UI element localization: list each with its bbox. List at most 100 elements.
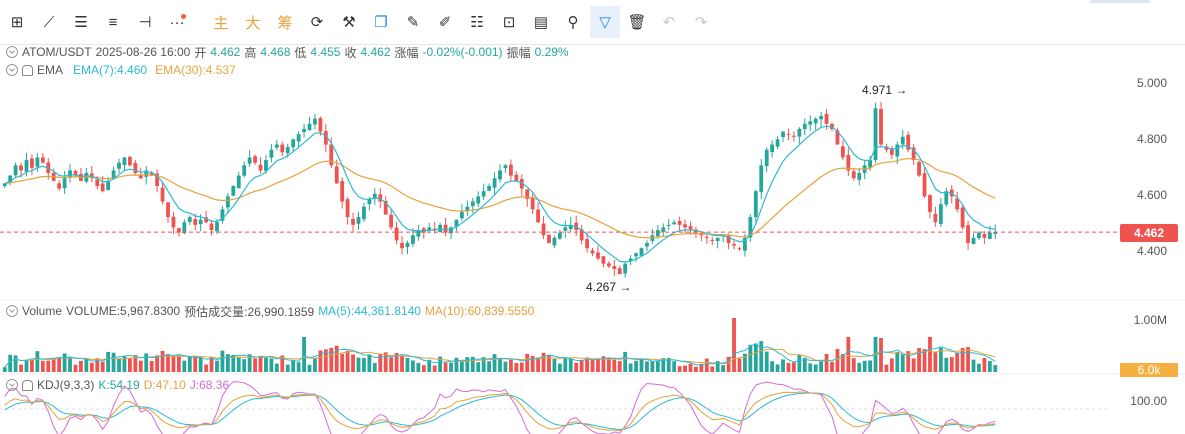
volume-bar bbox=[835, 349, 840, 372]
volume-bar bbox=[454, 357, 459, 372]
candle-body bbox=[922, 173, 927, 197]
volume-bar bbox=[356, 357, 361, 372]
volume-bar bbox=[73, 364, 78, 372]
volume-bar bbox=[525, 353, 530, 372]
candle-body bbox=[781, 131, 785, 137]
collapse-icon[interactable] bbox=[6, 379, 18, 391]
volume-bar bbox=[781, 359, 785, 372]
volume-bar bbox=[563, 357, 568, 372]
candle-body bbox=[160, 187, 165, 202]
candle-body bbox=[596, 252, 600, 259]
collapse-icon[interactable] bbox=[6, 46, 18, 58]
high-annotation: 4.971 → bbox=[862, 83, 908, 97]
candle-body bbox=[30, 158, 34, 168]
candle-body bbox=[617, 268, 622, 275]
volume-bar bbox=[775, 364, 780, 372]
kdj-legend: KDJ(9,3,3) K:54.19 D:47.10 J:68.36 bbox=[6, 377, 233, 393]
volume-bar bbox=[149, 361, 154, 372]
volume-bar bbox=[13, 355, 18, 372]
candle-body bbox=[57, 183, 62, 189]
volume-bar bbox=[144, 353, 149, 372]
volume-bar bbox=[824, 353, 829, 372]
volume-bar bbox=[383, 352, 388, 372]
volume-bar bbox=[519, 362, 524, 372]
volume-bar bbox=[95, 358, 100, 372]
volume-bar bbox=[362, 358, 366, 372]
candle-body bbox=[938, 204, 943, 224]
candle-body bbox=[547, 234, 551, 243]
low-label: 低 bbox=[294, 45, 307, 60]
volume-tag: 6.0k bbox=[1120, 363, 1178, 377]
candle-body bbox=[966, 225, 970, 243]
volume-bar bbox=[432, 365, 437, 372]
candle-body bbox=[400, 242, 404, 249]
volume-bar bbox=[476, 362, 481, 372]
candle-body bbox=[476, 196, 481, 204]
volume-bar bbox=[721, 365, 726, 372]
volume-bar bbox=[977, 363, 981, 372]
volume-bar bbox=[623, 351, 628, 372]
candle-body bbox=[612, 266, 617, 269]
volume-bar bbox=[416, 362, 421, 372]
candle-body bbox=[655, 230, 660, 237]
candle-body bbox=[802, 123, 807, 130]
volume-bar bbox=[628, 363, 633, 372]
candle-body bbox=[791, 135, 796, 137]
volume-bar bbox=[753, 343, 758, 372]
k-value: K:54.19 bbox=[98, 378, 140, 392]
alert-bell-icon[interactable] bbox=[22, 64, 33, 76]
datetime-label: 2025-08-26 16:00 bbox=[95, 45, 191, 59]
candle-body bbox=[13, 165, 18, 176]
volume-bar bbox=[596, 358, 600, 372]
ema-legend: EMA EMA(7):4.460 EMA(30):4.537 bbox=[6, 62, 240, 78]
volume-bar bbox=[949, 357, 954, 372]
candle-body bbox=[879, 108, 883, 145]
volume-bar bbox=[307, 364, 312, 372]
candle-body bbox=[824, 113, 829, 124]
price-tick: 4.400 bbox=[1136, 244, 1167, 258]
volume-bar bbox=[655, 361, 660, 372]
candle-body bbox=[557, 232, 562, 239]
j-value: J:68.36 bbox=[189, 378, 230, 392]
collapse-icon[interactable] bbox=[6, 64, 18, 76]
alert-bell-icon[interactable] bbox=[22, 379, 33, 391]
volume-bar bbox=[645, 361, 649, 372]
volume-bar bbox=[557, 363, 562, 372]
volume-bar bbox=[264, 357, 268, 372]
volume-name: Volume bbox=[22, 304, 63, 318]
candle-body bbox=[487, 186, 492, 191]
volume-bar bbox=[982, 358, 987, 372]
volume-bar bbox=[68, 356, 72, 372]
candle-body bbox=[258, 164, 263, 171]
volume-bar bbox=[487, 361, 492, 372]
volume-bar bbox=[449, 362, 453, 372]
volume-bar bbox=[568, 358, 573, 372]
kdj-d-line bbox=[4, 392, 996, 431]
volume-bar bbox=[900, 353, 905, 372]
candle-body bbox=[868, 160, 873, 168]
volume-bar bbox=[313, 358, 317, 372]
kdj-name: KDJ(9,3,3) bbox=[37, 378, 95, 392]
volume-bar bbox=[786, 362, 791, 372]
volume-bar bbox=[879, 337, 883, 372]
candle-body bbox=[645, 243, 649, 247]
candle-body bbox=[394, 227, 399, 241]
volume-bar bbox=[536, 357, 541, 372]
candle-body bbox=[209, 223, 214, 231]
high-label: 高 bbox=[244, 45, 257, 60]
ema7-value: EMA(7):4.460 bbox=[73, 63, 148, 77]
volume-bar bbox=[84, 359, 89, 372]
volume-bar bbox=[770, 361, 775, 372]
volume-bar bbox=[24, 359, 29, 372]
collapse-icon[interactable] bbox=[6, 305, 18, 317]
volume-bar bbox=[732, 318, 736, 372]
candle-body bbox=[672, 222, 677, 225]
candle-body bbox=[982, 234, 987, 238]
volume-bar bbox=[372, 363, 377, 372]
volume-bar bbox=[819, 361, 824, 372]
volume-bar bbox=[57, 357, 62, 372]
candle-body bbox=[231, 186, 236, 196]
candle-body bbox=[367, 198, 372, 205]
ema-name: EMA bbox=[37, 63, 64, 77]
candle-body bbox=[541, 223, 546, 236]
